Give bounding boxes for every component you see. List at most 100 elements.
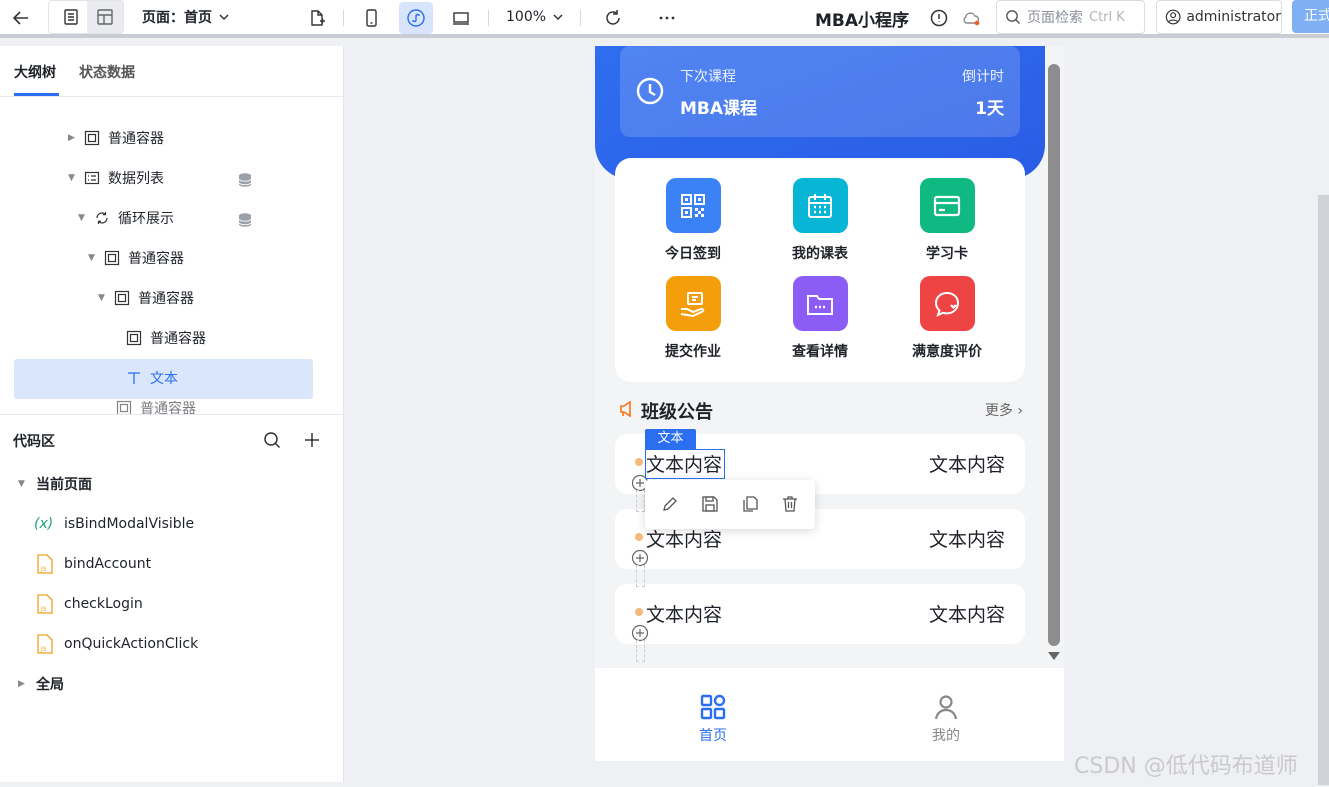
left-panel: 大纲树 状态数据 ▶ 普通容器 ▼ 数据列表 ▼ 循环展示 ▼ 普通容器 ▼ 普… bbox=[0, 46, 344, 782]
variable-icon: (x) bbox=[34, 516, 54, 532]
component-actions-popup bbox=[645, 480, 815, 529]
tab-state-data[interactable]: 状态数据 bbox=[79, 62, 135, 82]
code-item-label: bindAccount bbox=[64, 556, 152, 572]
calendar-icon bbox=[792, 178, 848, 233]
mobile-preview-icon[interactable] bbox=[354, 2, 388, 34]
database-icon bbox=[238, 213, 252, 227]
outline-view-icon[interactable] bbox=[54, 1, 88, 33]
next-course-name: MBA课程 bbox=[680, 99, 758, 119]
js-file-icon: JS bbox=[37, 594, 53, 614]
action-label: 查看详情 bbox=[792, 344, 848, 360]
add-icon[interactable] bbox=[304, 432, 320, 448]
layout-view-icon[interactable] bbox=[87, 1, 123, 33]
caret-down-icon[interactable]: ▼ bbox=[98, 293, 106, 303]
notice-item-right-text: 文本内容 bbox=[928, 604, 1005, 626]
code-group-current-page[interactable]: ▼ 当前页面 bbox=[18, 464, 92, 504]
delete-icon[interactable] bbox=[780, 494, 800, 514]
selection-badge: 文本 bbox=[645, 429, 696, 449]
code-item[interactable]: JS checkLogin bbox=[36, 584, 143, 624]
canvas-scrollbar[interactable] bbox=[1048, 64, 1060, 646]
save-icon[interactable] bbox=[700, 494, 720, 514]
caret-down-icon[interactable]: ▼ bbox=[68, 173, 76, 183]
notice-item[interactable]: 文本内容 文本内容 bbox=[615, 584, 1025, 644]
tabbar-item-mine[interactable]: 我的 bbox=[916, 692, 976, 745]
caret-down-icon[interactable]: ▼ bbox=[78, 213, 86, 223]
tree-node-label: 文本 bbox=[150, 371, 178, 387]
countdown-label: 倒计时 bbox=[962, 69, 1004, 85]
copy-icon[interactable] bbox=[740, 494, 760, 514]
page-scrollbar[interactable] bbox=[1318, 195, 1329, 785]
next-course-card[interactable]: 下次课程 MBA课程 倒计时 1天 bbox=[620, 46, 1020, 137]
database-icon bbox=[238, 173, 252, 187]
tree-node[interactable]: ▼ 普通容器 bbox=[88, 238, 184, 278]
caret-down-icon[interactable]: ▼ bbox=[18, 479, 26, 489]
edit-icon[interactable] bbox=[660, 494, 680, 514]
back-arrow-icon[interactable] bbox=[4, 2, 38, 34]
scroll-down-arrow-icon[interactable] bbox=[1047, 651, 1061, 661]
notice-item-left-text[interactable]: 文本内容 bbox=[646, 525, 722, 552]
view-switch bbox=[48, 0, 124, 34]
tabbar-item-home[interactable]: 首页 bbox=[683, 692, 743, 745]
js-file-icon: JS bbox=[37, 554, 53, 574]
action-check-in[interactable]: 今日签到 bbox=[638, 178, 748, 263]
phone-tabbar: 首页 我的 bbox=[595, 668, 1064, 761]
publish-button[interactable]: 正式 bbox=[1292, 0, 1329, 33]
info-icon[interactable] bbox=[922, 2, 956, 34]
search-placeholder: 页面检索 bbox=[1027, 10, 1083, 26]
tree-node[interactable]: 普通容器 bbox=[126, 318, 206, 358]
page-selector[interactable]: 页面：首页 bbox=[142, 6, 230, 28]
tree-node[interactable]: ▼ 普通容器 bbox=[98, 278, 194, 318]
code-group-label: 全局 bbox=[36, 677, 64, 693]
action-satisfaction-review[interactable]: 满意度评价 bbox=[892, 276, 1002, 361]
tree-node-label: 普通容器 bbox=[140, 401, 196, 414]
action-label: 提交作业 bbox=[665, 344, 721, 360]
svg-text:JS: JS bbox=[40, 566, 47, 573]
tree-node[interactable]: ▼ 循环展示 bbox=[78, 198, 174, 238]
container-icon bbox=[126, 330, 142, 346]
code-item[interactable]: (x) isBindModalVisible bbox=[34, 504, 194, 544]
tab-outline-tree[interactable]: 大纲树 bbox=[14, 62, 56, 82]
new-page-icon[interactable] bbox=[300, 2, 334, 34]
caret-right-icon[interactable]: ▶ bbox=[68, 133, 76, 143]
search-icon[interactable] bbox=[263, 431, 281, 449]
tree-node[interactable]: ▶ 普通容器 bbox=[68, 118, 164, 158]
notice-more-link[interactable]: 更多 › bbox=[985, 400, 1023, 420]
zoom-selector[interactable]: 100% bbox=[506, 6, 564, 28]
action-submit-homework[interactable]: 提交作业 bbox=[638, 276, 748, 361]
action-study-card[interactable]: 学习卡 bbox=[892, 178, 1002, 263]
notice-header: 班级公告 更多 › bbox=[619, 396, 1023, 423]
code-area-title: 代码区 bbox=[13, 434, 55, 450]
cloud-sync-icon[interactable] bbox=[954, 2, 988, 34]
action-view-details[interactable]: 查看详情 bbox=[765, 276, 875, 361]
action-my-schedule[interactable]: 我的课表 bbox=[765, 178, 875, 263]
tree-node[interactable]: 普通容器 bbox=[116, 398, 196, 414]
page-search-input[interactable]: 页面检索 Ctrl K bbox=[996, 0, 1145, 34]
notice-item-left-text[interactable]: 文本内容 bbox=[646, 600, 722, 627]
caret-right-icon[interactable]: ▶ bbox=[18, 679, 26, 689]
search-icon bbox=[1006, 10, 1020, 24]
selection-outline bbox=[645, 449, 725, 479]
notice-item-right-text: 文本内容 bbox=[928, 454, 1005, 476]
code-item[interactable]: JS onQuickActionClick bbox=[36, 624, 198, 664]
tree-node[interactable]: ▼ 数据列表 bbox=[68, 158, 164, 198]
container-icon bbox=[116, 400, 132, 414]
tree-overflow: 普通容器 bbox=[0, 398, 343, 414]
tabbar-label: 首页 bbox=[699, 728, 727, 744]
miniprogram-preview-icon[interactable] bbox=[399, 2, 433, 34]
hand-upload-icon bbox=[665, 276, 721, 331]
more-icon[interactable] bbox=[650, 2, 684, 34]
tree-node-label: 普通容器 bbox=[108, 131, 164, 147]
refresh-icon[interactable] bbox=[596, 2, 630, 34]
chevron-down-icon bbox=[553, 14, 563, 21]
code-group-global[interactable]: ▶ 全局 bbox=[18, 664, 64, 704]
desktop-preview-icon[interactable] bbox=[444, 2, 478, 34]
caret-down-icon[interactable]: ▼ bbox=[88, 253, 96, 263]
list-icon bbox=[84, 170, 100, 186]
code-item[interactable]: JS bindAccount bbox=[36, 544, 151, 584]
action-label: 我的课表 bbox=[792, 246, 848, 262]
code-item-label: onQuickActionClick bbox=[64, 636, 199, 652]
tree-node-selected[interactable]: 文本 bbox=[126, 358, 178, 398]
clock-icon bbox=[636, 77, 664, 105]
watermark: CSDN @低代码布道师 bbox=[1074, 754, 1298, 779]
user-menu[interactable]: administrator bbox=[1156, 0, 1282, 34]
